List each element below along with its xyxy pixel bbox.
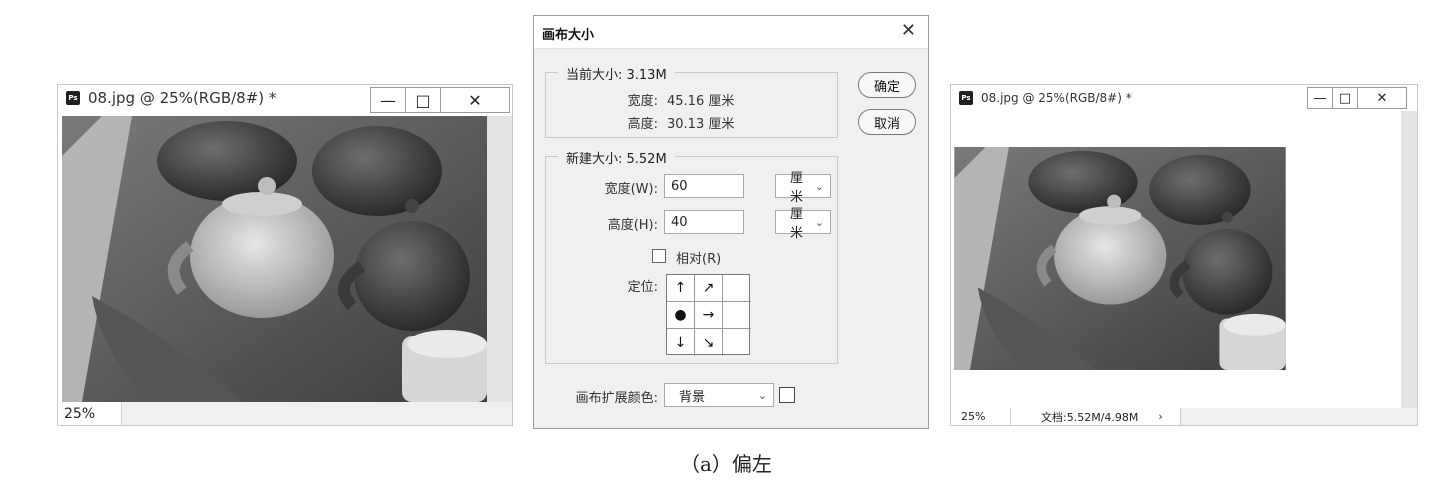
left-zoom-field[interactable]: 25%: [58, 402, 122, 425]
anchor-top-left[interactable]: ↑: [667, 275, 695, 302]
right-canvas-area[interactable]: [951, 111, 1401, 408]
extension-color-value: 背景: [679, 389, 706, 405]
new-width-label: 宽度(W):: [604, 182, 658, 197]
figure-caption: （a）偏左: [680, 452, 772, 476]
right-window-controls: — □ ✕: [1307, 87, 1407, 109]
close-icon: ✕: [1376, 90, 1388, 106]
maximize-icon: □: [415, 90, 431, 110]
close-icon: ✕: [468, 90, 482, 110]
canvas-size-dialog: 画布大小 ✕ 当前大小: 3.13M 宽度: 45.16 厘米 高度: 30.1…: [533, 15, 929, 429]
left-zoom-value: 25%: [64, 405, 96, 422]
right-zoom-field[interactable]: 25%: [951, 408, 1011, 425]
current-size-group: 当前大小: 3.13M 宽度: 45.16 厘米 高度: 30.13 厘米: [545, 64, 838, 138]
ok-button[interactable]: 确定: [858, 72, 916, 98]
dialog-close-icon[interactable]: ✕: [901, 20, 916, 41]
anchor-bottom-right[interactable]: [723, 329, 751, 356]
photoshop-icon: Ps: [66, 91, 80, 105]
doc-info-field[interactable]: 文档:5.52M/4.98M ›: [1011, 408, 1181, 425]
close-button[interactable]: ✕: [441, 88, 509, 112]
width-unit-value: 厘米: [790, 171, 804, 205]
left-canvas-image[interactable]: [62, 116, 487, 402]
width-input-value: 60: [671, 178, 688, 194]
chevron-down-icon: ⌄: [757, 388, 767, 402]
anchor-label: 定位:: [627, 280, 658, 295]
minimize-icon: —: [380, 90, 396, 110]
new-size-legend: 新建大小: 5.52M: [558, 148, 675, 167]
current-height-label: 高度:: [627, 117, 658, 132]
left-window-controls: — □ ✕: [370, 87, 510, 113]
right-window-title: 08.jpg @ 25%(RGB/8#) *: [981, 91, 1132, 105]
right-vertical-scrollbar[interactable]: [1401, 111, 1417, 408]
anchor-top-center[interactable]: ↗: [695, 275, 723, 302]
height-unit-value: 厘米: [790, 207, 804, 241]
width-unit-select[interactable]: 厘米 ⌄: [775, 171, 831, 205]
right-document-window: Ps 08.jpg @ 25%(RGB/8#) * — □ ✕ 25% 文档:5…: [950, 84, 1418, 426]
photoshop-icon: Ps: [959, 91, 973, 105]
anchor-bottom-center[interactable]: ↘: [695, 329, 723, 356]
new-height-label: 高度(H):: [607, 218, 658, 233]
minimize-icon: —: [1313, 90, 1327, 106]
anchor-bottom-left[interactable]: ↓: [667, 329, 695, 356]
extension-color-select[interactable]: 背景 ⌄: [664, 383, 774, 407]
teapot-photo: [62, 116, 487, 402]
current-size-legend: 当前大小: 3.13M: [558, 64, 675, 83]
left-document-window: Ps 08.jpg @ 25%(RGB/8#) * — □ ✕ 25%: [57, 84, 513, 426]
height-input-value: 40: [671, 214, 688, 230]
close-button[interactable]: ✕: [1358, 88, 1406, 108]
right-status-bar: 25% 文档:5.52M/4.98M ›: [951, 408, 1417, 425]
minimize-button[interactable]: —: [1308, 88, 1333, 108]
height-unit-select[interactable]: 厘米 ⌄: [775, 207, 831, 241]
cancel-button[interactable]: 取消: [858, 109, 916, 135]
maximize-button[interactable]: □: [406, 88, 441, 112]
current-width-value: 45.16 厘米: [667, 94, 735, 109]
left-status-bar: 25%: [58, 402, 512, 425]
chevron-down-icon: ⌄: [814, 215, 824, 229]
maximize-icon: □: [1338, 90, 1352, 106]
ok-button-label: 确定: [873, 79, 900, 95]
extension-color-label: 画布扩展颜色:: [575, 391, 658, 406]
anchor-top-right[interactable]: [723, 275, 751, 302]
current-width-label: 宽度:: [627, 94, 658, 109]
anchor-middle-right[interactable]: [723, 302, 751, 329]
left-vertical-scrollbar[interactable]: [487, 116, 512, 402]
right-zoom-value: 25%: [961, 410, 986, 423]
left-window-title: 08.jpg @ 25%(RGB/8#) *: [88, 89, 277, 107]
maximize-button[interactable]: □: [1333, 88, 1358, 108]
chevron-down-icon: ⌄: [814, 179, 824, 193]
anchor-grid: ↑ ↗ ● → ↓ ↘: [666, 274, 751, 356]
cancel-button-label: 取消: [873, 116, 900, 132]
anchor-middle-center[interactable]: →: [695, 302, 723, 329]
chevron-right-icon: ›: [1158, 410, 1163, 423]
dialog-title: 画布大小: [542, 28, 595, 43]
doc-info-value: 文档:5.52M/4.98M: [1041, 410, 1139, 424]
relative-label: 相对(R): [676, 252, 722, 267]
extension-color-swatch[interactable]: [779, 387, 795, 403]
width-input[interactable]: 60: [664, 174, 744, 198]
teapot-photo: [954, 147, 1286, 370]
dialog-titlebar[interactable]: 画布大小 ✕: [534, 16, 928, 49]
minimize-button[interactable]: —: [371, 88, 406, 112]
current-height-value: 30.13 厘米: [667, 117, 735, 132]
relative-checkbox[interactable]: [652, 249, 666, 263]
anchor-middle-left[interactable]: ●: [667, 302, 695, 329]
height-input[interactable]: 40: [664, 210, 744, 234]
